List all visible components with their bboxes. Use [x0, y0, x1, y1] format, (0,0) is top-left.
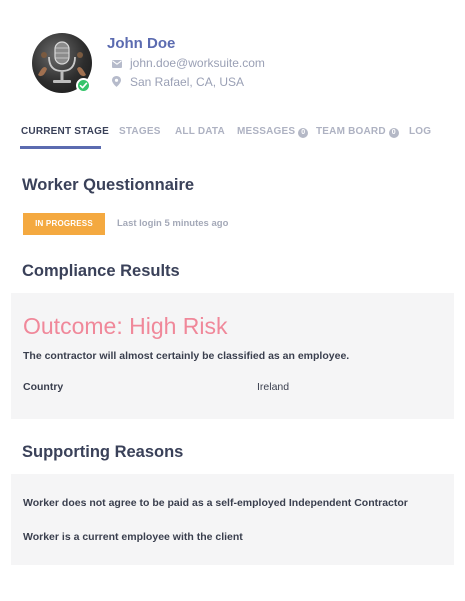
user-location: San Rafael, CA, USA: [130, 75, 245, 89]
user-name[interactable]: John Doe: [107, 35, 175, 52]
tab-messages[interactable]: MESSAGES 0: [237, 126, 309, 138]
profile-header: John Doe john.doe@worksuite.com San Rafa…: [32, 33, 452, 97]
messages-count-badge: 0: [298, 128, 309, 138]
compliance-panel: Outcome: High Risk The contractor will a…: [11, 293, 454, 419]
status-badge: IN PROGRESS: [23, 213, 105, 235]
location-row: San Rafael, CA, USA: [112, 75, 244, 90]
user-email[interactable]: john.doe@worksuite.com: [130, 56, 265, 70]
email-row: john.doe@worksuite.com: [112, 56, 265, 71]
active-tab-indicator: [20, 146, 101, 149]
tab-label: CURRENT STAGE: [21, 126, 109, 137]
tab-label: STAGES: [119, 126, 161, 137]
reason-item: Worker is a current employee with the cl…: [23, 531, 243, 543]
compliance-title: Compliance Results: [22, 262, 180, 280]
outcome-heading: Outcome: High Risk: [23, 313, 228, 339]
tab-label: ALL DATA: [175, 126, 225, 137]
tab-team-board[interactable]: TEAM BOARD 0: [316, 126, 399, 138]
tab-all-data[interactable]: ALL DATA: [175, 126, 225, 137]
map-pin-icon: [112, 76, 122, 90]
supporting-panel: Worker does not agree to be paid as a se…: [11, 474, 454, 565]
tab-label: LOG: [409, 126, 432, 137]
outcome-description: The contractor will almost certainly be …: [23, 350, 350, 362]
reason-item: Worker does not agree to be paid as a se…: [23, 497, 408, 509]
envelope-icon: [112, 57, 122, 71]
tab-current-stage[interactable]: CURRENT STAGE: [21, 126, 109, 137]
tab-stages[interactable]: STAGES: [119, 126, 161, 137]
last-login-text: Last login 5 minutes ago: [117, 218, 229, 229]
tab-label: MESSAGES: [237, 126, 296, 137]
country-label: Country: [23, 381, 64, 393]
verified-badge: [76, 78, 91, 93]
tab-log[interactable]: LOG: [409, 126, 431, 137]
questionnaire-title: Worker Questionnaire: [22, 176, 195, 194]
tab-bar: CURRENT STAGE STAGES ALL DATA MESSAGES 0 …: [20, 126, 450, 150]
supporting-title: Supporting Reasons: [22, 443, 184, 461]
check-icon: [79, 82, 88, 89]
tab-label: TEAM BOARD: [316, 126, 386, 137]
team-board-count-badge: 0: [388, 128, 399, 138]
country-value: Ireland: [257, 381, 290, 393]
